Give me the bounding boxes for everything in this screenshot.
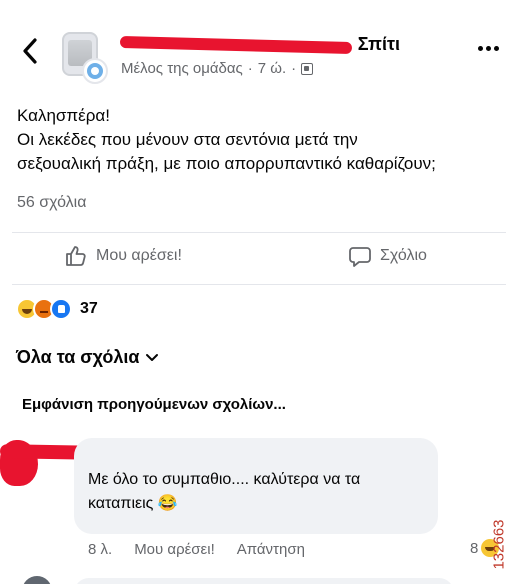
group-name[interactable]: Σπίτι [119, 32, 400, 58]
post-time[interactable]: 7 ώ. [258, 60, 286, 77]
post-header: Σπίτι Μέλος της ομάδας · 7 ώ. · [0, 0, 526, 92]
member-role: Μέλος της ομάδας [121, 60, 243, 77]
watermark: 132663 [491, 512, 520, 584]
divider [12, 232, 506, 233]
thumbs-up-icon [66, 246, 86, 266]
action-bar: Μου αρέσει! Σχόλιο [0, 236, 526, 282]
post-line: Καλησπέρα! [17, 106, 110, 125]
like-label: Μου αρέσει! [96, 247, 182, 264]
comments-filter-dropdown[interactable]: Όλα τα σχόλια [16, 347, 159, 368]
comment-line: καταπιεις 😂 [88, 495, 178, 512]
comment-time[interactable]: 8 λ. [88, 541, 112, 558]
like-reaction-icon [50, 298, 72, 320]
comment-reaction-count: 8 [470, 539, 479, 557]
comment-bubble: Με όλο το συμπαθιο.... καλύτερα να τα κα… [74, 438, 438, 534]
reactions-summary[interactable]: 37 [16, 298, 98, 320]
next-comment-bubble [74, 578, 454, 584]
separator-dot: · [247, 60, 253, 77]
chevron-down-icon [146, 353, 159, 361]
post-line: σεξουαλική πράξη, με ποιο απορρυπαντικό … [17, 154, 436, 173]
member-badge-icon [82, 58, 108, 84]
comment-line: Με όλο το συμπαθιο.... καλύτερα να τα [88, 471, 361, 488]
comment-text: Με όλο το συμπαθιο.... καλύτερα να τα κα… [88, 468, 428, 516]
watermark-text: 132663 [490, 519, 508, 570]
separator-dot: · [291, 60, 297, 77]
post-meta: Μέλος της ομάδας · 7 ώ. · [121, 60, 314, 77]
group-name-text: Σπίτι [357, 34, 400, 54]
comment-actions: 8 λ. Μου αρέσει! Απάντηση [88, 541, 305, 558]
back-arrow-icon[interactable] [18, 36, 44, 66]
post-body: Καλησπέρα! Οι λεκέδες που μένουν στα σεν… [17, 104, 517, 176]
comment-label: Σχόλιο [380, 247, 427, 264]
reactions-count: 37 [80, 300, 98, 317]
view-previous-comments-link[interactable]: Εμφάνιση προηγούμενων σχολίων... [22, 396, 286, 413]
redaction-mark [119, 35, 353, 55]
divider [12, 284, 506, 285]
privacy-icon [301, 62, 314, 75]
next-commenter-avatar[interactable] [22, 576, 52, 584]
comment-like-button[interactable]: Μου αρέσει! [134, 541, 215, 558]
comment-reply-button[interactable]: Απάντηση [237, 541, 305, 558]
comment-button[interactable]: Σχόλιο [348, 244, 427, 268]
like-button[interactable]: Μου αρέσει! [64, 244, 182, 268]
post-line: Οι λεκέδες που μένουν στα σεντόνια μετά … [17, 130, 358, 149]
comments-filter-label: Όλα τα σχόλια [16, 347, 140, 367]
comments-count[interactable]: 56 σχόλια [17, 194, 86, 212]
more-options-icon[interactable] [478, 46, 499, 51]
comment-bubble-icon [349, 247, 371, 267]
